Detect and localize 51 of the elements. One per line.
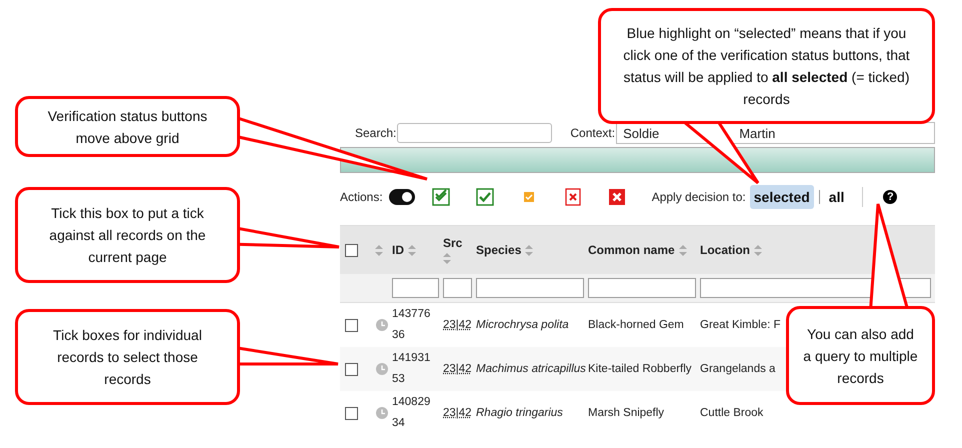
column-header[interactable]: Src (443, 236, 462, 250)
search-field[interactable] (397, 123, 552, 143)
table-cell-text: Microchrysa polita (476, 318, 570, 332)
sort-icon[interactable] (754, 244, 762, 256)
filter-field[interactable] (476, 278, 584, 298)
sort-icon[interactable] (678, 244, 687, 256)
table-cell-text: Black-horned Gem (588, 318, 685, 332)
table-cell-text: 140829 34 (392, 395, 432, 431)
callout: You can also add a query to multiple records (786, 306, 935, 405)
row-checkbox[interactable] (345, 362, 358, 376)
double-tick-icon[interactable] (432, 188, 450, 206)
table-cell-text: Cuttle Brook (700, 406, 764, 420)
row-checkbox[interactable] (345, 318, 358, 332)
table-cell-text: Marsh Snipefly (588, 406, 666, 420)
table-cell-text: 143776 36 (392, 307, 432, 343)
cross-icon[interactable] (564, 188, 582, 206)
apply-option[interactable]: selected (750, 185, 814, 209)
table-cell: 141931 53 (392, 347, 443, 391)
context-label: Context: (570, 126, 616, 140)
filter-field[interactable] (443, 278, 472, 298)
column-header[interactable]: ID (392, 243, 404, 257)
table-cell-text: Great Kimble: F (700, 318, 781, 332)
callout: Verification status buttons move above grid (15, 96, 240, 157)
table-cell: Kite-tailed Robberfly (588, 347, 700, 391)
source-link[interactable]: 23|42 (443, 314, 472, 336)
help-icon[interactable]: ? (883, 190, 898, 204)
actions-label: Actions: (340, 190, 383, 204)
sort-icon[interactable] (375, 244, 383, 256)
clock-icon (376, 407, 388, 419)
column-header[interactable]: Location (700, 243, 750, 257)
table-cell: Machimus atricapillus (476, 347, 588, 391)
sort-icon[interactable] (525, 244, 534, 256)
apply-option[interactable]: all (824, 185, 848, 209)
search-label: Search: (355, 126, 396, 140)
table-cell-text: Grangelands a (700, 362, 776, 376)
row-checkbox[interactable] (345, 406, 358, 420)
toggle-switch[interactable] (388, 189, 415, 205)
callout: Tick this box to put a tick against all records on the current page (15, 187, 240, 283)
column-header[interactable]: Species (476, 243, 522, 257)
clock-icon (376, 319, 388, 331)
source-link[interactable]: 23|42 (443, 402, 472, 424)
tick-icon[interactable] (476, 188, 494, 206)
sort-icon[interactable] (408, 244, 416, 256)
select-all-checkbox[interactable] (345, 244, 358, 256)
filter-field[interactable] (392, 278, 439, 298)
apply-label: Apply decision to: (652, 190, 746, 204)
filter-field[interactable] (588, 278, 696, 298)
table-cell-text: Rhagio tringarius (476, 406, 564, 420)
cross-icon[interactable] (608, 188, 626, 206)
callout: Tick boxes for individual records to select those records (15, 309, 240, 405)
clock-icon (376, 363, 388, 375)
